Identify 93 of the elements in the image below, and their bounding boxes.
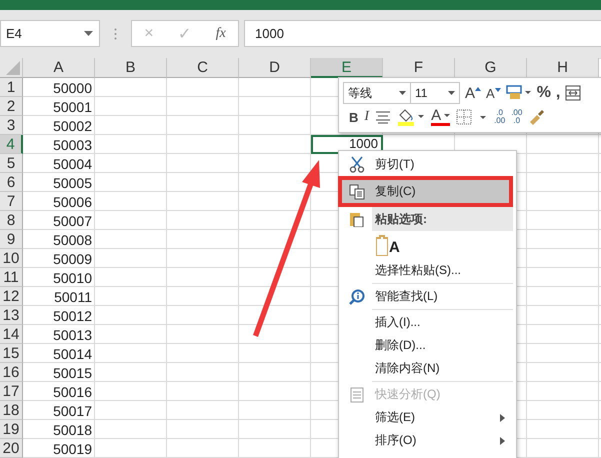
dropdown-icon	[448, 91, 455, 95]
cell-value: 50009	[52, 250, 93, 268]
menu-item[interactable]: 剪切(T)	[342, 153, 513, 176]
merge-icon[interactable]	[565, 85, 582, 101]
format-painter-icon[interactable]	[528, 108, 546, 126]
format-button[interactable]: ,	[556, 84, 560, 102]
row-header[interactable]: 14	[0, 325, 23, 344]
cell-value: 50016	[52, 382, 93, 401]
formula-field[interactable]: 1000	[244, 20, 601, 47]
row-header[interactable]: 11	[0, 268, 23, 287]
dropdown-icon	[399, 91, 406, 95]
submenu-arrow-icon	[500, 414, 505, 422]
name-box[interactable]: E4	[0, 20, 100, 47]
submenu-arrow-icon	[500, 436, 505, 444]
down-caret-icon	[494, 88, 501, 92]
decimal-button[interactable]: .00 .0	[511, 109, 522, 125]
row-header[interactable]: 12	[0, 287, 23, 306]
menu-item[interactable]: 排序(O)	[342, 429, 513, 452]
font-color-button[interactable]: A	[431, 108, 450, 126]
row-header[interactable]: 3	[0, 116, 23, 135]
dropdown-icon	[444, 114, 450, 117]
cell-value: 50017	[52, 402, 93, 420]
row-header[interactable]: 16	[0, 363, 23, 382]
up-caret-icon	[475, 86, 482, 90]
menu-item[interactable]: 智能查找(L)	[342, 285, 513, 308]
paste-keep-text-button[interactable]: A	[375, 233, 401, 257]
font-name-dropdown[interactable]: 等线	[343, 82, 411, 104]
cell-value: 50018	[52, 420, 93, 439]
bold-button[interactable]: B	[349, 110, 358, 124]
cell-value: 50019	[52, 440, 93, 458]
cell-value: 50008	[52, 230, 93, 249]
row-header[interactable]: 15	[0, 344, 23, 363]
cell-value: 50006	[52, 192, 93, 211]
font-size-dropdown[interactable]: 11	[410, 82, 460, 104]
row-header[interactable]: 4	[0, 135, 23, 154]
column-header[interactable]: A	[23, 58, 95, 78]
row-header[interactable]: 1	[0, 78, 23, 97]
menu-item[interactable]: 复制(C)	[342, 180, 509, 203]
copy-icon	[349, 184, 365, 200]
row-header[interactable]: 8	[0, 211, 23, 230]
row-header[interactable]: 20	[0, 439, 23, 458]
row-header[interactable]: 18	[0, 401, 23, 420]
menu-item[interactable]: 选择性粘贴(S)...	[342, 259, 513, 282]
column-header[interactable]: D	[239, 58, 311, 78]
insert-function-button[interactable]: fx	[216, 26, 226, 42]
paste-icon	[350, 211, 364, 227]
column-header[interactable]: H	[527, 58, 599, 78]
menu-item[interactable]: 删除(D)...	[342, 334, 513, 357]
borders-icon[interactable]	[456, 109, 488, 125]
decimal-button[interactable]: .0 .00	[494, 109, 506, 125]
row-header[interactable]: 7	[0, 192, 23, 211]
column-header[interactable]: F	[383, 58, 455, 78]
row-header[interactable]: 9	[0, 230, 23, 249]
column-header[interactable]: G	[455, 58, 527, 78]
cell-value: 50007	[52, 212, 93, 230]
row-header[interactable]: 10	[0, 249, 23, 268]
shrink-font-button[interactable]: A	[486, 86, 501, 100]
menu-item[interactable]: 插入(I)...	[342, 311, 513, 334]
menu-item[interactable]: 清除内容(N)	[342, 357, 513, 380]
style-icon[interactable]	[506, 85, 532, 101]
cell-value: 50012	[52, 306, 93, 325]
section-heading: 粘贴选项:	[372, 207, 513, 231]
row-header[interactable]: 17	[0, 382, 23, 401]
italic-button[interactable]: I	[364, 109, 370, 125]
cell-value: 50011	[53, 288, 93, 306]
format-button[interactable]: %	[536, 84, 551, 102]
quick-analysis-icon	[349, 386, 365, 402]
cell-value: 50015	[52, 364, 93, 382]
align-center-icon[interactable]	[375, 110, 392, 124]
cell-value: 50005	[52, 174, 93, 192]
column-header[interactable]: C	[167, 58, 239, 78]
cell-value: 50000	[52, 78, 93, 97]
row-header[interactable]: 2	[0, 97, 23, 116]
scissors-icon	[349, 156, 365, 173]
column-header[interactable]: B	[95, 58, 167, 78]
cell-value: 50002	[52, 116, 93, 135]
cell-value: 50004	[52, 154, 93, 173]
fill-color-icon[interactable]	[397, 108, 426, 126]
row-header[interactable]: 6	[0, 173, 23, 192]
cell-value: 50014	[52, 344, 93, 363]
dropdown-icon	[84, 31, 93, 36]
cell-value: 50001	[52, 98, 93, 116]
cell-value: 50003	[52, 136, 93, 154]
cell-value: 50013	[52, 326, 93, 344]
cell-value: 50010	[52, 268, 93, 287]
menu-item[interactable]: 筛选(E)	[342, 406, 513, 429]
row-header[interactable]: 13	[0, 306, 23, 325]
search-icon	[349, 288, 365, 304]
row-header[interactable]: 5	[0, 154, 23, 173]
row-header[interactable]: 19	[0, 420, 23, 439]
grip-icon	[114, 28, 117, 40]
grow-font-button[interactable]: A	[465, 84, 482, 102]
column-header[interactable]: E	[311, 58, 383, 78]
